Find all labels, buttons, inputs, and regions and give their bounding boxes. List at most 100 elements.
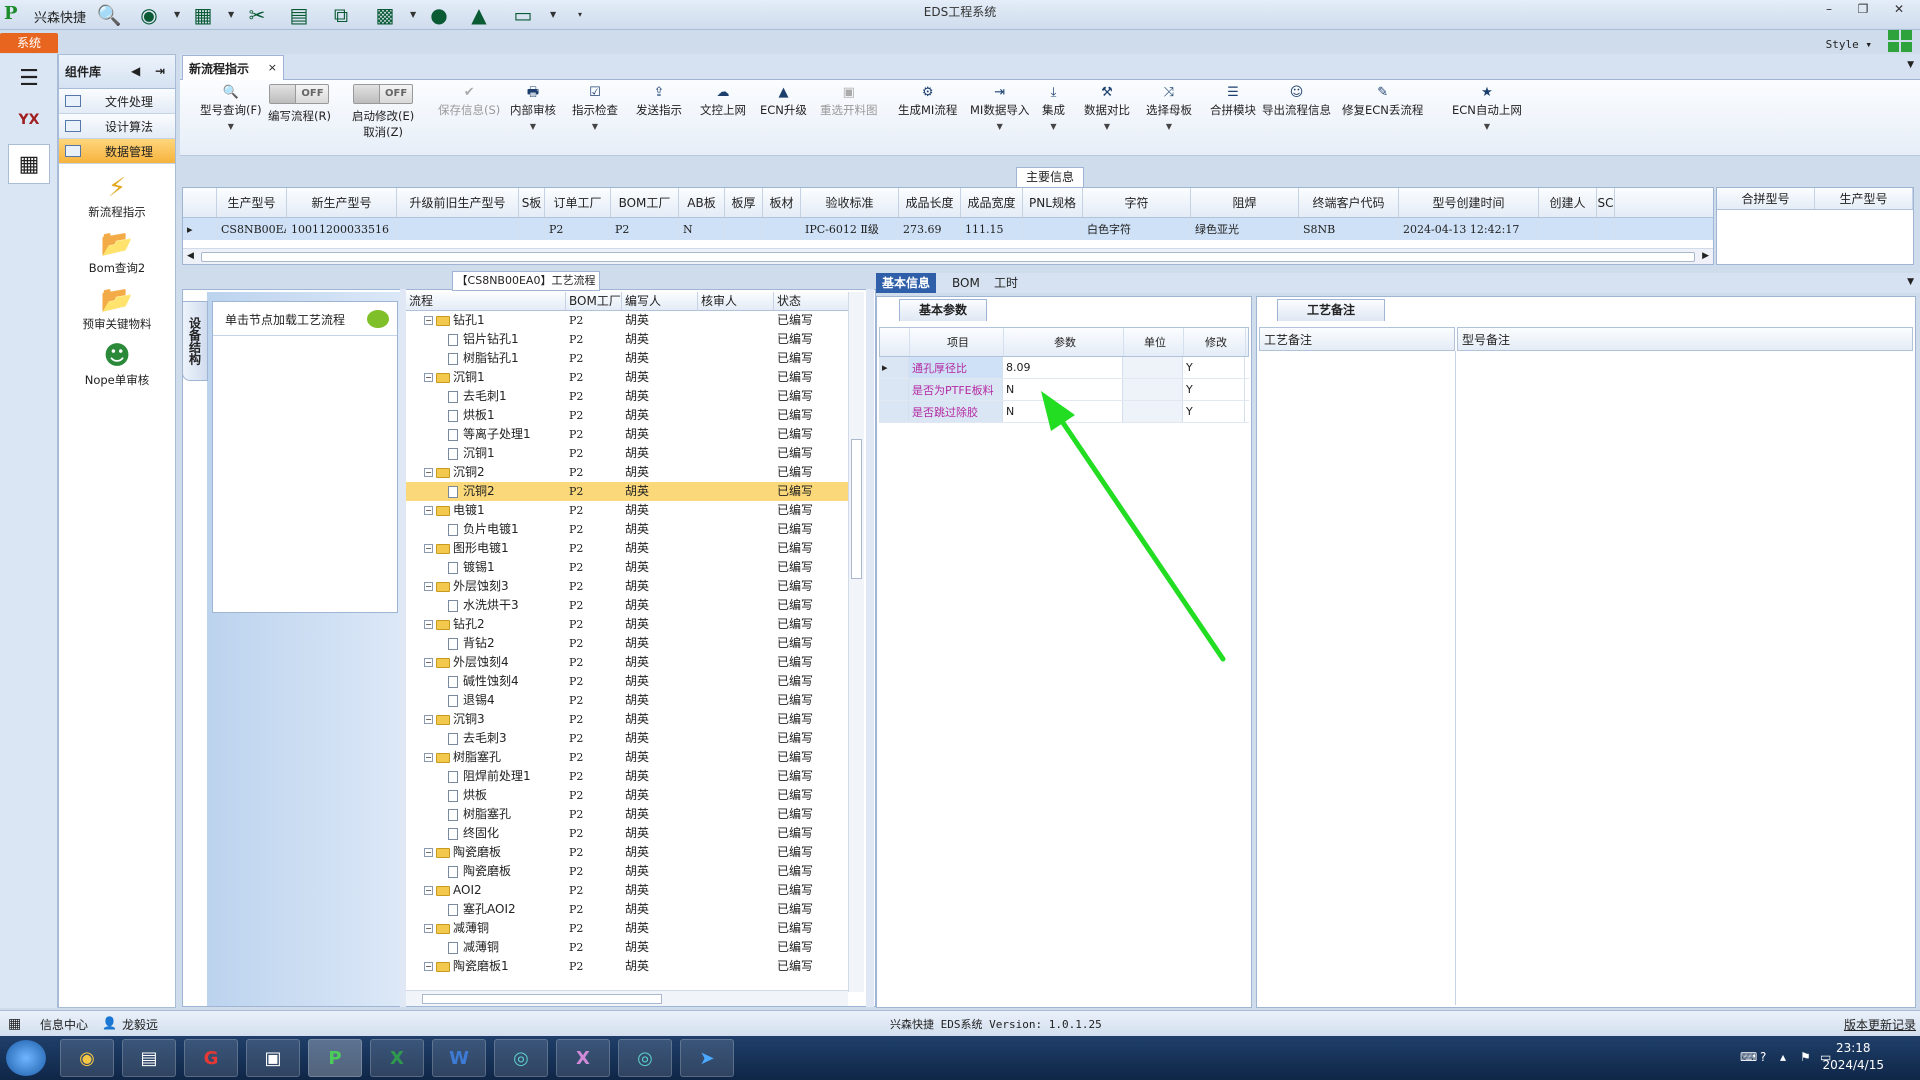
modify-cell[interactable]: Y	[1183, 357, 1245, 378]
tab-process-remark[interactable]: 工艺备注	[1277, 299, 1385, 321]
help-icon[interactable]: ?	[1760, 1050, 1766, 1064]
column-header[interactable]: 生产型号	[217, 188, 287, 217]
tree-node[interactable]: − 陶瓷磨板	[406, 843, 566, 862]
table-row[interactable]: 烘板1 P2 胡英 已编写	[406, 406, 864, 425]
toolbar-button-14[interactable]: ⤨ 选择母板 ▼	[1146, 84, 1192, 131]
chevron-down-icon[interactable]: ▼	[200, 122, 262, 131]
close-button[interactable]: ✕	[1886, 2, 1912, 20]
table-row[interactable]: − 图形电镀1 P2 胡英 已编写	[406, 539, 864, 558]
launcher-nope-review[interactable]: ☻ Nope单审核	[59, 340, 175, 388]
tab-equipment-structure[interactable]: 设备结构	[182, 301, 208, 381]
tree-node[interactable]: 去毛刺3	[406, 729, 566, 748]
table-row[interactable]: − 沉铜1 P2 胡英 已编写	[406, 368, 864, 387]
table-row[interactable]: − AOI2 P2 胡英 已编写	[406, 881, 864, 900]
table-cell[interactable]: 2024-04-13 12:42:17	[1399, 218, 1539, 240]
column-header[interactable]: BOM工厂	[566, 292, 622, 310]
table-row[interactable]: 铝片钻孔1 P2 胡英 已编写	[406, 330, 864, 349]
chevron-down-icon[interactable]: ▼	[1452, 122, 1522, 131]
foxmail-app-icon[interactable]: G	[184, 1039, 238, 1077]
info-center-link[interactable]: 信息中心	[40, 1016, 88, 1033]
table-cell[interactable]: S8NB	[1299, 218, 1399, 240]
table-row[interactable]: 等离子处理1 P2 胡英 已编写	[406, 425, 864, 444]
table-row[interactable]: 背钻2 P2 胡英 已编写	[406, 634, 864, 653]
toolbar-button-10[interactable]: ⚙ 生成MI流程	[898, 84, 957, 118]
tree-node[interactable]: − 电镀1	[406, 501, 566, 520]
collapse-icon[interactable]: −	[424, 506, 433, 515]
table-row[interactable]: 烘板 P2 胡英 已编写	[406, 786, 864, 805]
table-row[interactable]: − 电镀1 P2 胡英 已编写	[406, 501, 864, 520]
tree-node[interactable]: 终固化	[406, 824, 566, 843]
column-header[interactable]: BOM工厂	[611, 188, 679, 217]
tree-node[interactable]: 树脂钻孔1	[406, 349, 566, 368]
column-header[interactable]: 新生产型号	[287, 188, 397, 217]
search-icon[interactable]: 🔍	[96, 3, 122, 27]
column-header[interactable]: 修改	[1184, 328, 1246, 356]
tree-node[interactable]: − 减薄铜	[406, 919, 566, 938]
chevron-down-icon[interactable]: ▼	[970, 122, 1029, 131]
category-data-management[interactable]: 数据管理	[59, 139, 175, 164]
scissors-icon[interactable]: ✂	[244, 3, 270, 27]
toolbar-button-1[interactable]: OFF 编写流程(R)	[268, 84, 331, 124]
save-app-icon[interactable]: ▣	[246, 1039, 300, 1077]
user-icon[interactable]: ●	[426, 3, 452, 27]
table-icon[interactable]: ▦	[190, 3, 216, 27]
tree-node[interactable]: 沉铜1	[406, 444, 566, 463]
table-row[interactable]: 减薄铜 P2 胡英 已编写	[406, 938, 864, 957]
column-header[interactable]: S板	[519, 188, 545, 217]
table-row[interactable]: 树脂塞孔 P2 胡英 已编写	[406, 805, 864, 824]
table-cell[interactable]: P2	[545, 218, 611, 240]
table-row[interactable]: 镀锡1 P2 胡英 已编写	[406, 558, 864, 577]
tree-node[interactable]: 去毛刺1	[406, 387, 566, 406]
tree-node[interactable]: 塞孔AOI2	[406, 900, 566, 919]
chevron-down-icon[interactable]: ▼	[1146, 122, 1192, 131]
chart-icon[interactable]: ▲	[466, 3, 492, 27]
collapse-icon[interactable]: −	[424, 715, 433, 724]
tree-node[interactable]: 水洗烘干3	[406, 596, 566, 615]
table-row[interactable]: − 外层蚀刻3 P2 胡英 已编写	[406, 577, 864, 596]
tab-work-hours[interactable]: 工时	[988, 273, 1024, 293]
tree-node[interactable]: 沉铜2	[406, 482, 566, 501]
collapse-icon[interactable]: −	[424, 373, 433, 382]
toolbar-button-18[interactable]: ★ ECN自动上网 ▼	[1452, 84, 1522, 131]
minimize-button[interactable]: –	[1816, 2, 1842, 20]
start-button[interactable]	[6, 1040, 46, 1076]
vertical-scrollbar[interactable]	[848, 292, 864, 992]
column-header[interactable]: SC	[1597, 188, 1615, 217]
toolbar-button-3[interactable]: ✔ 保存信息(S)	[438, 84, 500, 118]
column-header[interactable]: 板厚	[725, 188, 763, 217]
tab-new-process[interactable]: 新流程指示 ×	[182, 55, 284, 80]
table-cell[interactable]	[519, 218, 545, 240]
windows-grid-icon[interactable]: ▦	[8, 1016, 21, 1032]
table-row[interactable]: 水洗烘干3 P2 胡英 已编写	[406, 596, 864, 615]
column-header[interactable]: 项目	[910, 328, 1004, 356]
collapse-icon[interactable]: −	[424, 468, 433, 477]
column-header[interactable]: 参数	[1004, 328, 1124, 356]
toolbar-button-17[interactable]: ✎ 修复ECN丢流程	[1342, 84, 1423, 118]
table-cell[interactable]	[725, 218, 763, 240]
toolbar-button-4[interactable]: 🖶 内部审核 ▼	[510, 84, 556, 131]
tree-node[interactable]: − 沉铜2	[406, 463, 566, 482]
arrow-left-icon[interactable]: ◀	[131, 64, 140, 78]
table-row[interactable]: 碱性蚀刻4 P2 胡英 已编写	[406, 672, 864, 691]
table-row[interactable]: − 沉铜3 P2 胡英 已编写	[406, 710, 864, 729]
table-row[interactable]: ▸ 通孔厚径比 8.09 Y	[879, 357, 1249, 379]
table-cell[interactable]: P2	[611, 218, 679, 240]
table-cell[interactable]: IPC-6012 Ⅱ级	[801, 218, 899, 240]
close-icon[interactable]: ×	[268, 61, 277, 74]
column-header[interactable]: 单位	[1124, 328, 1184, 356]
toolbar-button-0[interactable]: 🔍 型号查询(F) ▼	[200, 84, 262, 131]
system-tab[interactable]: 系统	[0, 33, 58, 53]
table-row[interactable]: 塞孔AOI2 P2 胡英 已编写	[406, 900, 864, 919]
chevron-down-icon[interactable]: ▼	[1907, 277, 1914, 287]
toolbar-button-7[interactable]: ☁ 文控上网	[700, 84, 746, 118]
category-design-algorithm[interactable]: 设计算法	[59, 114, 175, 139]
table-row[interactable]: 退锡4 P2 胡英 已编写	[406, 691, 864, 710]
toolbar-button-6[interactable]: ⇪ 发送指示	[636, 84, 682, 118]
tree-node[interactable]: − 钻孔1	[406, 311, 566, 330]
table-cell[interactable]	[1597, 218, 1615, 240]
table-row[interactable]: ▸CS8NB00EA010011200033516P2P2NIPC-6012 Ⅱ…	[183, 218, 1713, 240]
update-log-link[interactable]: 版本更新记录	[1844, 1016, 1916, 1033]
tree-node[interactable]: 减薄铜	[406, 938, 566, 957]
monitor-icon[interactable]: ▭	[510, 3, 536, 27]
table-cell[interactable]: N	[679, 218, 725, 240]
